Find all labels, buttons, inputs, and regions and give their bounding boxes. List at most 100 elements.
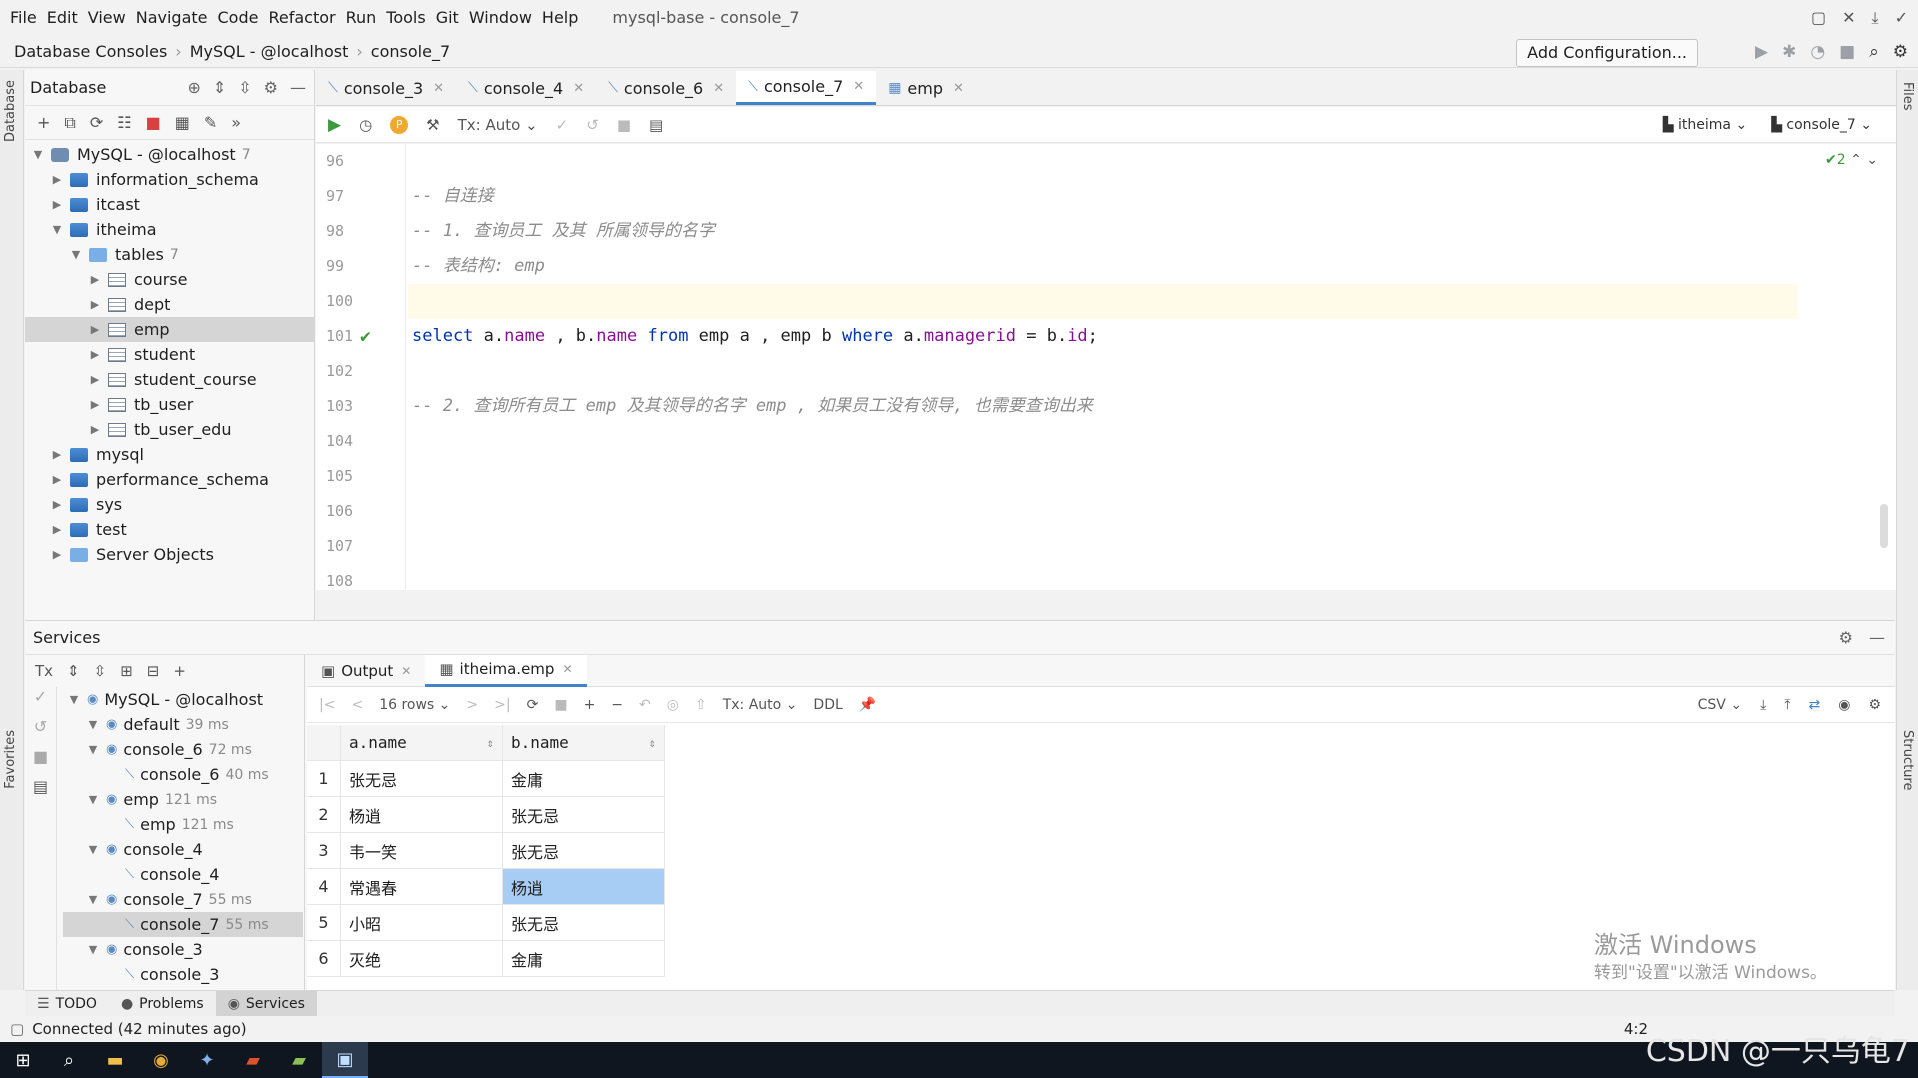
close-icon[interactable]: ✕ <box>713 81 724 96</box>
tab-console-3[interactable]: ⟍ console_3 ✕ <box>316 71 456 105</box>
datagrip-icon[interactable]: ▣ <box>322 1042 368 1078</box>
delete-row-icon[interactable]: − <box>611 697 623 713</box>
table-row[interactable]: 2 杨逍 张无忌 <box>307 797 665 833</box>
sort-icon[interactable]: ⇕ <box>649 736 656 750</box>
code-line[interactable]: -- 自连接 <box>408 179 1798 214</box>
close-icon[interactable]: ✕ <box>853 79 864 94</box>
next-page-icon[interactable]: > <box>466 697 478 713</box>
menu-refactor[interactable]: Refactor <box>268 8 335 27</box>
add-icon[interactable]: + <box>37 113 50 132</box>
schema-icon[interactable]: ☷ <box>117 113 131 132</box>
table-cell[interactable]: 灭绝 <box>341 941 503 977</box>
submit-icon[interactable]: ⇧ <box>695 697 707 713</box>
table-cell[interactable]: 杨逍 <box>341 797 503 833</box>
table-row[interactable]: 3 韦一笑 张无忌 <box>307 833 665 869</box>
chevron-right-icon[interactable]: ▶ <box>50 548 64 561</box>
table-icon[interactable]: ▦ <box>175 113 190 132</box>
collapse-all-icon[interactable]: ⇳ <box>94 662 107 680</box>
chevron-right-icon[interactable]: ▶ <box>50 498 64 511</box>
chevron-down-icon[interactable]: ▼ <box>86 718 100 731</box>
db-tree-item[interactable]: ▼ MySQL - @localhost 7 <box>25 142 314 167</box>
editor-scrollbar[interactable] <box>1880 504 1888 548</box>
service-tree-item[interactable]: ⟍ console_4 <box>63 862 303 887</box>
stop-icon[interactable]: ■ <box>146 113 161 132</box>
import-icon[interactable]: ⤒ <box>1784 697 1790 713</box>
table-cell[interactable]: 张无忌 <box>503 905 665 941</box>
tab-console-7[interactable]: ⟍ console_7 ✕ <box>736 71 877 105</box>
table-cell[interactable]: 杨逍 <box>503 869 665 905</box>
bottom-tab-services[interactable]: ◉ Services <box>215 990 317 1017</box>
bottom-tab-problems[interactable]: ● Problems <box>109 991 216 1017</box>
code-line[interactable] <box>408 459 1798 494</box>
collapse-all-icon[interactable]: ⇳ <box>238 78 251 97</box>
history-icon[interactable]: ◷ <box>359 116 372 134</box>
gear-icon[interactable]: ⚙ <box>264 78 278 97</box>
tx-mode-dropdown[interactable]: Tx: Auto ⌄ <box>458 116 538 134</box>
commit-icon[interactable]: ✓ <box>556 116 569 134</box>
view-icon[interactable]: ◉ <box>1838 697 1850 713</box>
copy-icon[interactable]: ⧉ <box>64 113 75 133</box>
files-side-tab[interactable]: Files <box>1900 82 1915 111</box>
db-tree-item[interactable]: ▶ mysql <box>25 442 314 467</box>
chevron-down-icon[interactable]: ▼ <box>31 148 45 161</box>
check-icon[interactable]: ✓ <box>1895 8 1908 28</box>
edit-icon[interactable]: ✎ <box>204 113 217 132</box>
service-tree-item[interactable]: ⟍ console_7 55 ms <box>63 912 303 937</box>
stop-icon[interactable]: ■ <box>25 747 56 777</box>
chrome-icon[interactable]: ◉ <box>138 1042 184 1078</box>
menu-run[interactable]: Run <box>346 8 377 27</box>
db-tree-item[interactable]: ▼ tables 7 <box>25 242 314 267</box>
app-icon[interactable]: ✦ <box>184 1042 230 1078</box>
menu-window[interactable]: Window <box>469 8 532 27</box>
service-tree-item[interactable]: ⟍ console_3 <box>63 962 303 987</box>
close-icon[interactable]: ✕ <box>573 81 584 96</box>
more-icon[interactable]: » <box>231 113 241 132</box>
reload-icon[interactable]: ⟳ <box>527 697 539 713</box>
chevron-right-icon[interactable]: ▶ <box>50 473 64 486</box>
minimize-icon[interactable]: — <box>1869 628 1885 647</box>
database-side-tab[interactable]: Database <box>3 80 18 142</box>
rows-dropdown[interactable]: 16 rows ⌄ <box>379 697 450 713</box>
chevron-down-icon[interactable]: ▼ <box>67 693 81 706</box>
console-selector[interactable]: ▙ console_7 ⌄ <box>1771 117 1872 133</box>
breadcrumb-item[interactable]: MySQL - @localhost <box>190 42 349 61</box>
chevron-right-icon[interactable]: ▶ <box>50 198 64 211</box>
service-tree-item[interactable]: ▼ ◉ console_3 <box>63 937 303 962</box>
gear-icon[interactable]: ⚙ <box>1868 697 1881 713</box>
code-line[interactable]: -- 2. 查询所有员工 emp 及其领导的名字 emp , 如果员工没有领导,… <box>408 389 1798 424</box>
tab-console-6[interactable]: ⟍ console_6 ✕ <box>596 71 736 105</box>
chevron-down-icon[interactable]: ▼ <box>86 943 100 956</box>
restore-icon[interactable]: ▢ <box>1811 8 1826 28</box>
p-badge[interactable]: P <box>390 115 409 134</box>
add-icon[interactable]: + <box>173 662 186 680</box>
export-icon[interactable]: ⤓ <box>1760 697 1766 713</box>
chevron-right-icon[interactable]: ▶ <box>88 298 102 311</box>
schema-selector[interactable]: ▙ itheima ⌄ <box>1663 117 1747 133</box>
db-tree-item[interactable]: ▶ emp <box>25 317 314 342</box>
db-tree-item[interactable]: ▶ sys <box>25 492 314 517</box>
db-tree-item[interactable]: ▶ student_course <box>25 367 314 392</box>
service-tree-item[interactable]: ▼ ◉ MySQL - @localhost <box>63 687 303 712</box>
inspection-widget[interactable]: ✔2 ⌃ ⌄ <box>1825 152 1878 168</box>
table-cell[interactable]: 金庸 <box>503 941 665 977</box>
code-line[interactable] <box>408 144 1798 179</box>
menu-code[interactable]: Code <box>218 8 259 27</box>
favorites-side-tab[interactable]: Favorites <box>3 730 18 789</box>
chevron-right-icon[interactable]: ▶ <box>88 423 102 436</box>
table-row[interactable]: 6 灭绝 金庸 <box>307 941 665 977</box>
service-tree-item[interactable]: ▼ ◉ console_6 72 ms <box>63 737 303 762</box>
close-icon[interactable]: ✕ <box>401 664 411 678</box>
chevron-down-icon[interactable]: ▼ <box>86 893 100 906</box>
chevron-down-icon[interactable]: ▼ <box>50 223 64 236</box>
code-line[interactable]: -- 表结构: emp <box>408 249 1798 284</box>
structure-side-tab[interactable]: Structure <box>1900 730 1915 790</box>
menu-file[interactable]: File <box>10 8 37 27</box>
db-tree-item[interactable]: ▶ tb_user <box>25 392 314 417</box>
preview-icon[interactable]: ◎ <box>667 697 679 713</box>
chevron-right-icon[interactable]: ▶ <box>50 523 64 536</box>
table-row[interactable]: 1 张无忌 金庸 <box>307 761 665 797</box>
powerpoint-icon[interactable]: ▰ <box>230 1042 276 1078</box>
code-line[interactable] <box>408 494 1798 529</box>
search-icon[interactable]: ⌕ <box>46 1042 92 1078</box>
code-line[interactable] <box>408 284 1798 319</box>
